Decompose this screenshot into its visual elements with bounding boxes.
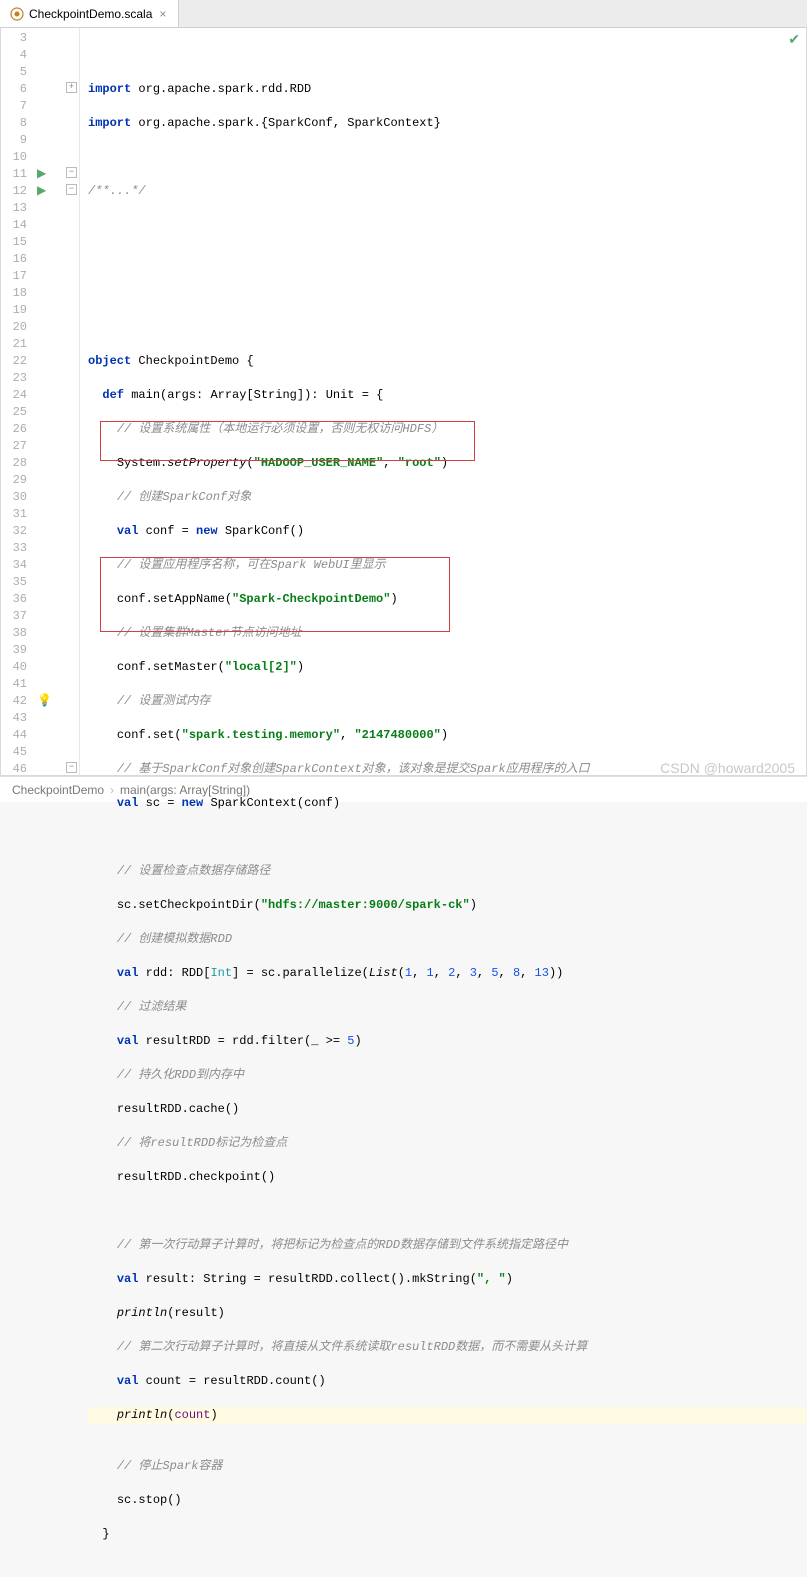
code-line: resultRDD.checkpoint() bbox=[88, 1169, 806, 1186]
code-line: val count = resultRDD.count() bbox=[88, 1373, 806, 1390]
code-line: println(count) bbox=[88, 1407, 806, 1424]
code-line: sc.setCheckpointDir("hdfs://master:9000/… bbox=[88, 897, 806, 914]
tab-title: CheckpointDemo.scala bbox=[29, 7, 152, 21]
code-line: // 持久化RDD到内存中 bbox=[88, 1067, 806, 1084]
fold-collapse-end-icon[interactable]: − bbox=[66, 762, 77, 773]
fold-column: + − − − bbox=[65, 28, 79, 775]
code-line: println(result) bbox=[88, 1305, 806, 1322]
code-line: // 创建SparkConf对象 bbox=[88, 489, 806, 506]
run-gutter-icon[interactable]: ▶ bbox=[37, 166, 51, 180]
code-line: System.setProperty("HADOOP_USER_NAME", "… bbox=[88, 455, 806, 472]
file-tab[interactable]: CheckpointDemo.scala × bbox=[0, 0, 179, 27]
code-line: // 设置系统属性（本地运行必须设置，否则无权访问HDFS） bbox=[88, 421, 806, 438]
code-line: val resultRDD = rdd.filter(_ >= 5) bbox=[88, 1033, 806, 1050]
code-line: val rdd: RDD[Int] = sc.parallelize(List(… bbox=[88, 965, 806, 982]
tab-bar: CheckpointDemo.scala × bbox=[0, 0, 807, 28]
code-line: // 停止Spark容器 bbox=[88, 1458, 806, 1475]
code-line: // 第二次行动算子计算时，将直接从文件系统读取resultRDD数据，而不需要… bbox=[88, 1339, 806, 1356]
code-editor[interactable]: ✔ 34567891011121314151617181920212223242… bbox=[0, 28, 807, 776]
code-line: } bbox=[88, 1526, 806, 1543]
code-line: val conf = new SparkConf() bbox=[88, 523, 806, 540]
code-line: // 创建模拟数据RDD bbox=[88, 931, 806, 948]
code-line: sc.stop() bbox=[88, 1492, 806, 1509]
gutter: 3456789101112131415161718192021222324252… bbox=[1, 28, 80, 775]
intention-bulb-icon[interactable]: 💡 bbox=[37, 693, 51, 707]
code-line: resultRDD.cache() bbox=[88, 1101, 806, 1118]
code-line: // 将resultRDD标记为检查点 bbox=[88, 1135, 806, 1152]
code-line: import org.apache.spark.{SparkConf, Spar… bbox=[88, 115, 806, 132]
code-line: conf.setAppName("Spark-CheckpointDemo") bbox=[88, 591, 806, 608]
code-line: def main(args: Array[String]): Unit = { bbox=[88, 387, 806, 404]
fold-collapse-icon[interactable]: − bbox=[66, 184, 77, 195]
code-line: import org.apache.spark.rdd.RDD bbox=[88, 81, 806, 98]
code-area[interactable]: import org.apache.spark.rdd.RDD import o… bbox=[80, 28, 806, 775]
code-line: // 基于SparkConf对象创建SparkContext对象，该对象是提交S… bbox=[88, 761, 806, 778]
fold-collapse-icon[interactable]: − bbox=[66, 167, 77, 178]
code-line: conf.set("spark.testing.memory", "214748… bbox=[88, 727, 806, 744]
code-line: /**...*/ bbox=[88, 183, 806, 200]
code-line: conf.setMaster("local[2]") bbox=[88, 659, 806, 676]
code-line: // 设置应用程序名称，可在Spark WebUI里显示 bbox=[88, 557, 806, 574]
code-line: // 设置检查点数据存储路径 bbox=[88, 863, 806, 880]
close-tab-icon[interactable]: × bbox=[157, 7, 168, 21]
fold-expand-icon[interactable]: + bbox=[66, 82, 77, 93]
run-gutter-icon[interactable]: ▶ bbox=[37, 183, 51, 197]
code-line: // 第一次行动算子计算时，将把标记为检查点的RDD数据存储到文件系统指定路径中 bbox=[88, 1237, 806, 1254]
gutter-markers: ▶ ▶ 💡 bbox=[35, 28, 65, 775]
code-line: // 设置集群Master节点访问地址 bbox=[88, 625, 806, 642]
code-line: // 设置测试内存 bbox=[88, 693, 806, 710]
code-line: // 过滤结果 bbox=[88, 999, 806, 1016]
code-line: val result: String = resultRDD.collect()… bbox=[88, 1271, 806, 1288]
line-numbers: 3456789101112131415161718192021222324252… bbox=[1, 28, 35, 775]
code-line: object CheckpointDemo { bbox=[88, 353, 806, 370]
code-line: val sc = new SparkContext(conf) bbox=[88, 795, 806, 812]
scala-file-icon bbox=[10, 7, 24, 21]
